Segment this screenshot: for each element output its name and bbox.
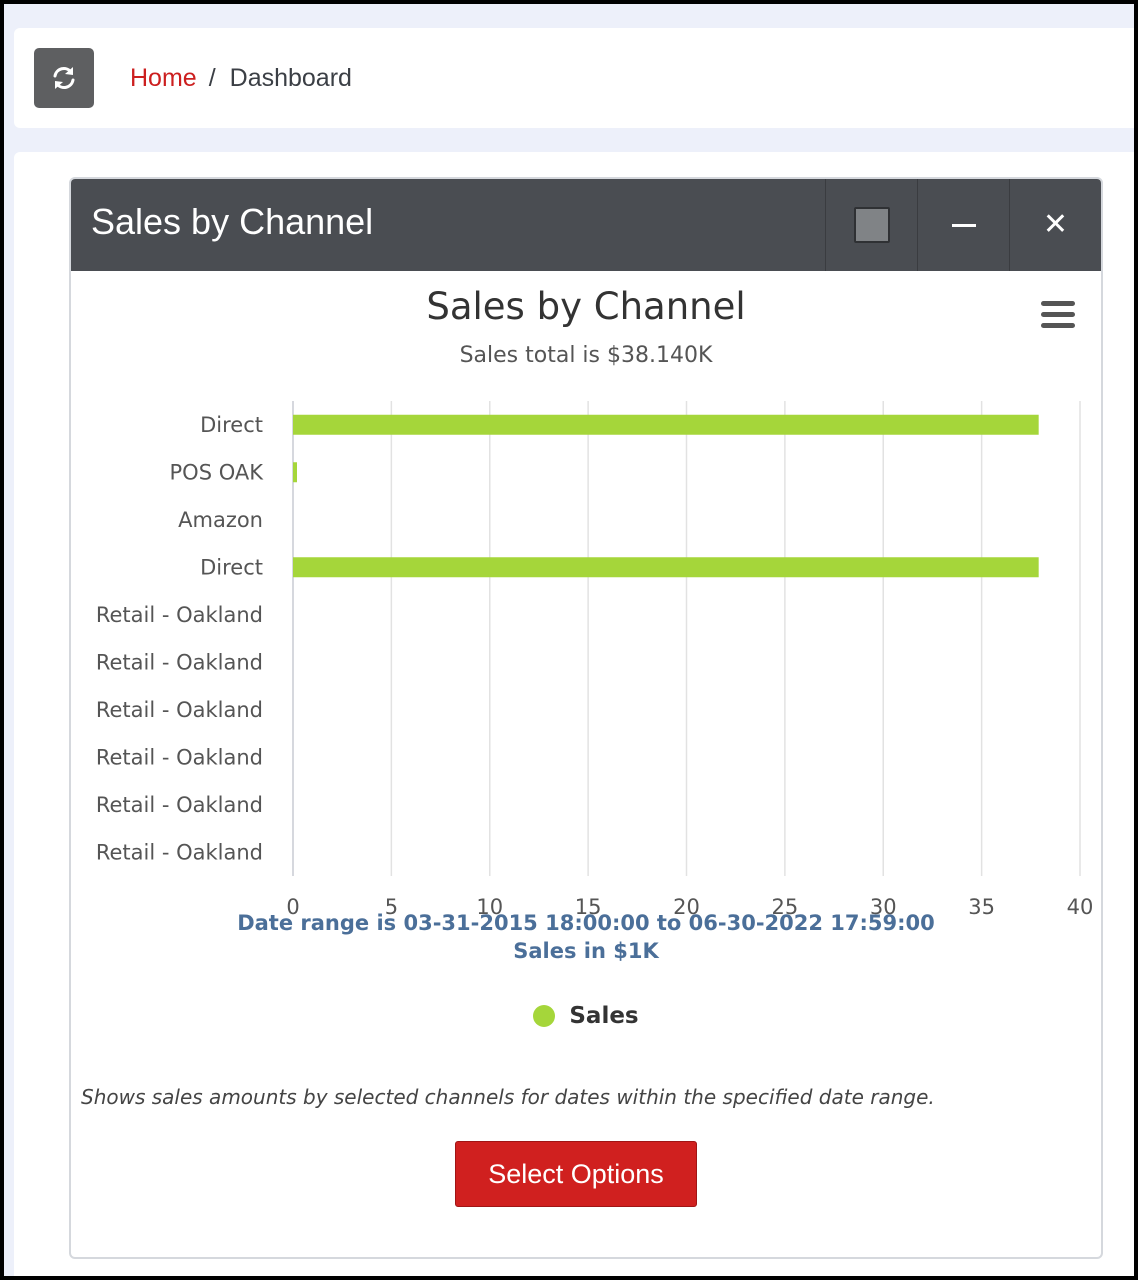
close-icon: ✕ — [1042, 207, 1069, 242]
y-category-label: Retail - Oakland — [96, 840, 263, 864]
square-icon — [853, 207, 890, 243]
widget-title: Sales by Channel — [91, 201, 374, 242]
hamburger-menu-icon[interactable] — [1041, 301, 1075, 329]
legend-label: Sales — [569, 1003, 639, 1029]
maximize-button[interactable] — [825, 179, 917, 271]
minimize-button[interactable] — [917, 179, 1009, 271]
refresh-button[interactable] — [34, 48, 94, 108]
main-content: Sales by Channel ✕ Sales by Channel Sale… — [14, 152, 1134, 1276]
minus-icon — [951, 223, 976, 227]
widget-description: Shows sales amounts by selected channels… — [81, 1085, 935, 1109]
y-category-label: POS OAK — [170, 460, 265, 484]
breadcrumb-separator: / — [208, 64, 216, 92]
breadcrumb-home-link[interactable]: Home — [130, 64, 197, 93]
y-category-label: Retail - Oakland — [96, 650, 263, 674]
y-category-label: Direct — [200, 555, 263, 579]
breadcrumb: Home / Dashboard — [130, 64, 352, 93]
bar — [293, 557, 1039, 578]
widget-header: Sales by Channel ✕ — [71, 179, 1101, 271]
bar — [293, 462, 297, 483]
chart-legend[interactable]: Sales — [71, 1003, 1101, 1029]
legend-dot-icon — [533, 1005, 556, 1027]
app-frame: Home / Dashboard Sales by Channel ✕ Sale… — [4, 4, 1134, 1276]
bar — [293, 414, 1039, 435]
y-category-label: Retail - Oakland — [96, 698, 263, 722]
bar-chart: 0 5 10 15 20 25 30 35 40DirectPOS OAKAmazonDirec… — [96, 401, 1093, 919]
refresh-icon — [53, 67, 75, 89]
date-range-caption: Date range is 03-31-2015 18:00:00 to 06-… — [237, 911, 935, 935]
units-caption: Sales in $1K — [513, 939, 659, 963]
select-options-button[interactable]: Select Options — [455, 1141, 697, 1207]
chart-title: Sales by Channel — [426, 285, 746, 328]
top-bar: Home / Dashboard — [14, 28, 1134, 128]
y-category-label: Direct — [200, 413, 263, 437]
y-category-label: Retail - Oakland — [96, 745, 263, 769]
sales-widget: Sales by Channel ✕ Sales by Channel Sale… — [69, 177, 1103, 1259]
y-category-label: Retail - Oakland — [96, 603, 263, 627]
chart-subtitle: Sales total is $38.140K — [459, 343, 713, 368]
close-button[interactable]: ✕ — [1009, 179, 1101, 271]
breadcrumb-current: Dashboard — [229, 64, 352, 92]
y-category-label: Retail - Oakland — [96, 793, 263, 817]
y-category-label: Amazon — [178, 508, 263, 532]
